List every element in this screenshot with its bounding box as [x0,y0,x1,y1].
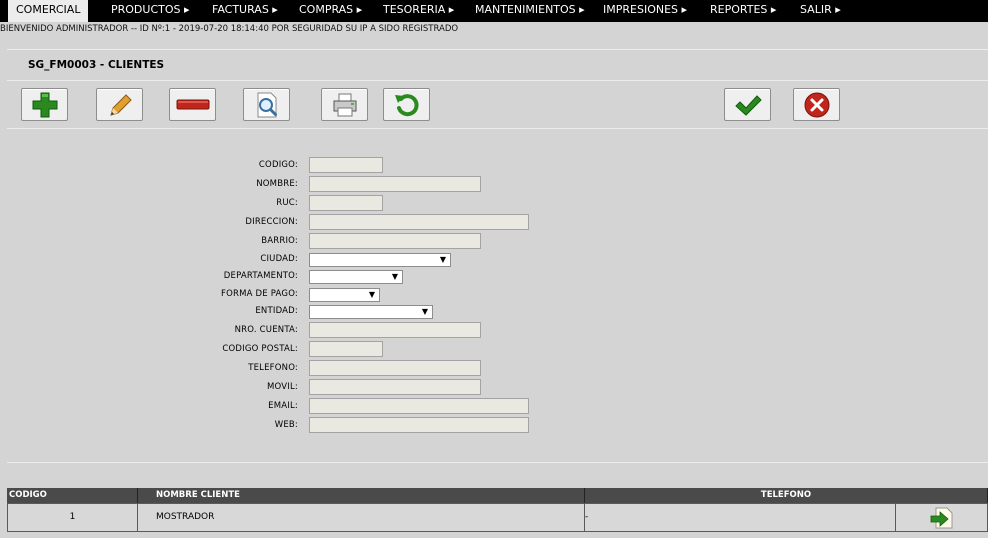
nombre-field[interactable] [309,176,481,192]
close-icon [804,92,829,117]
edit-button[interactable] [96,88,143,121]
divider [7,462,988,463]
magnifier-icon [257,92,277,117]
pencil-icon [109,93,132,116]
codigo-postal-field[interactable] [309,341,383,357]
menu-comercial[interactable]: COMERCIAL [8,0,89,22]
ruc-label: RUC: [276,198,298,208]
print-button[interactable] [321,88,368,121]
menu-reportes[interactable]: REPORTES ▸ [710,0,776,22]
chevron-down-icon: ▼ [439,255,446,264]
checkmark-icon [734,94,762,116]
welcome-message: BIENVENIDO ADMINISTRADOR -- ID Nº:1 - 20… [0,24,459,34]
ciudad-select[interactable]: ▼ [309,253,451,267]
refresh-icon [394,93,419,116]
page-title: SG_FM0003 - CLIENTES [28,59,165,71]
delete-button[interactable] [169,88,216,121]
telefono-label: TELEFONO: [248,363,298,373]
column-header-nombre[interactable]: NOMBRE CLIENTE [138,488,585,503]
chevron-down-icon: ▼ [368,290,375,299]
web-field[interactable] [309,417,529,433]
nro-cuenta-label: NRO. CUENTA: [234,325,298,335]
menu-productos[interactable]: PRODUCTOS ▸ [111,0,190,22]
ruc-field[interactable] [309,195,383,211]
codigo-postal-label: CODIGO POSTAL: [222,344,298,354]
movil-field[interactable] [309,379,481,395]
refresh-button[interactable] [383,88,430,121]
row-nombre: MOSTRADOR [138,504,585,531]
row-select-button[interactable] [896,504,987,531]
minus-icon [176,99,209,109]
departamento-label: DEPARTAMENTO: [223,271,298,281]
confirm-button[interactable] [724,88,771,121]
departamento-select[interactable]: ▼ [309,270,403,284]
cancel-button[interactable] [793,88,840,121]
menu-impresiones[interactable]: IMPRESIONES ▸ [603,0,687,22]
nro-cuenta-field[interactable] [309,322,481,338]
menu-mantenimientos[interactable]: MANTENIMIENTOS ▸ [475,0,585,22]
nombre-label: NOMBRE: [256,179,298,189]
barrio-field[interactable] [309,233,481,249]
forma-pago-label: FORMA DE PAGO: [221,289,298,299]
menu-tesoreria[interactable]: TESORERIA ▸ [383,0,454,22]
movil-label: MOVIL: [267,382,298,392]
telefono-field[interactable] [309,360,481,376]
column-header-telefono[interactable]: TELEFONO [585,488,988,503]
menu-facturas[interactable]: FACTURAS ▸ [212,0,278,22]
search-button[interactable] [243,88,290,121]
chevron-down-icon: ▼ [421,307,428,316]
menu-compras[interactable]: COMPRAS ▸ [299,0,362,22]
printer-icon [333,93,356,116]
divider [7,128,988,129]
email-label: EMAIL: [268,401,298,411]
plus-icon [32,92,57,117]
menu-salir[interactable]: SALIR ▸ [800,0,841,22]
direccion-field[interactable] [309,214,529,230]
row-telefono: - [585,504,896,531]
column-header-codigo[interactable]: CODIGO [7,488,138,503]
ciudad-label: CIUDAD: [260,254,298,264]
barrio-label: BARRIO: [261,236,298,246]
divider [7,80,988,81]
top-menu-bar: COMERCIAL PRODUCTOS ▸ FACTURAS ▸ COMPRAS… [0,0,988,22]
web-label: WEB: [274,420,298,430]
forma-pago-select[interactable]: ▼ [309,288,380,302]
entidad-select[interactable]: ▼ [309,305,433,319]
codigo-field[interactable] [309,157,383,173]
entidad-label: ENTIDAD: [255,306,298,316]
table-row[interactable]: 1 MOSTRADOR - [7,503,988,532]
chevron-down-icon: ▼ [391,272,398,281]
direccion-label: DIRECCION: [245,217,298,227]
row-codigo: 1 [8,504,138,531]
email-field[interactable] [309,398,529,414]
divider [7,49,988,50]
add-button[interactable] [21,88,68,121]
codigo-label: CODIGO: [258,160,298,170]
select-arrow-icon [930,507,952,528]
